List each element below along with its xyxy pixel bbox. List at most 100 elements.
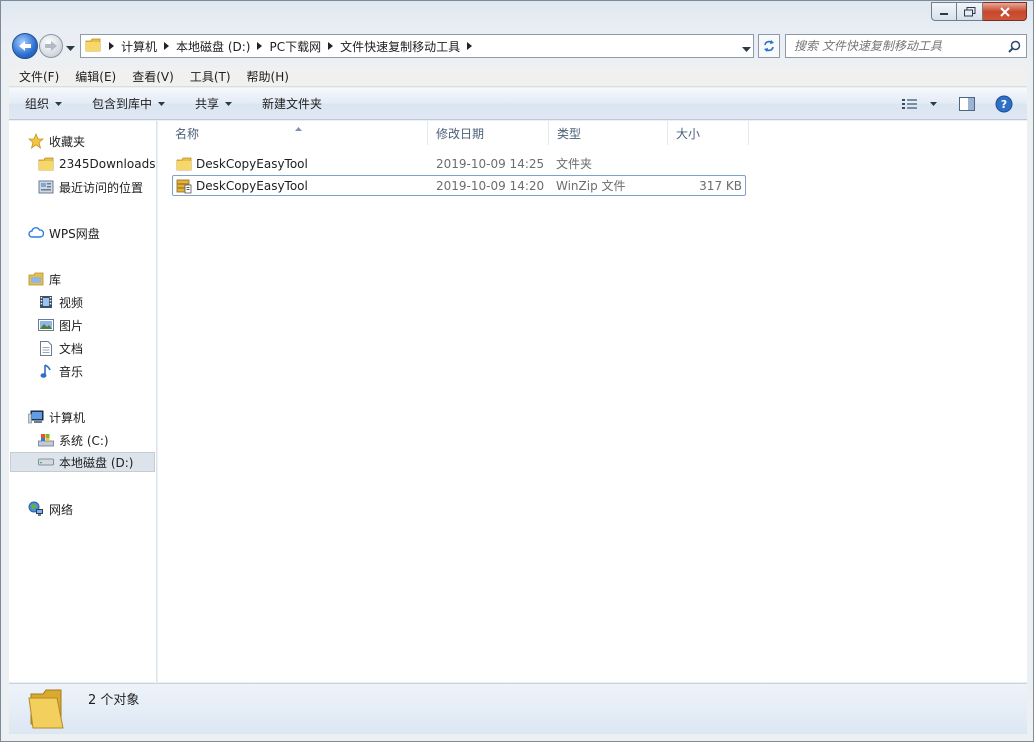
chevron-down-icon <box>742 47 751 52</box>
menu-tools[interactable]: 工具(T) <box>182 67 239 87</box>
close-icon <box>999 6 1010 17</box>
organize-label: 组织 <box>25 97 50 111</box>
svg-text:?: ? <box>1001 98 1007 111</box>
file-row[interactable]: DeskCopyEasyTool 2019-10-09 14:25 文件夹 <box>172 154 746 175</box>
breadcrumb-current-folder[interactable]: 文件快速复制移动工具 <box>337 35 463 57</box>
details-pane: 2 个对象 <box>9 683 1027 734</box>
menu-view[interactable]: 查看(V) <box>124 67 182 87</box>
caption-buttons <box>931 2 1027 21</box>
minimize-icon <box>940 12 948 15</box>
video-icon <box>37 294 55 310</box>
refresh-button[interactable] <box>758 34 780 58</box>
library-icon <box>27 271 45 287</box>
column-header-size[interactable]: 大小 <box>668 121 749 145</box>
navigation-row: 计算机 本地磁盘 (D:) PC下载网 文件快速复制移动工具 <box>9 33 1027 59</box>
nav-drive-d[interactable]: 本地磁盘 (D:) <box>10 452 155 472</box>
chevron-down-icon <box>930 102 937 106</box>
nav-recent-places[interactable]: 最近访问的位置 <box>37 177 143 197</box>
new-folder-label: 新建文件夹 <box>262 97 323 111</box>
nav-videos[interactable]: 视频 <box>37 292 83 312</box>
item-count: 2 个对象 <box>88 693 140 708</box>
nav-network[interactable]: 网络 <box>27 499 73 519</box>
chevron-down-icon <box>66 46 75 51</box>
command-bar: 组织 包含到库中 共享 新建文件夹 ? <box>9 88 1027 120</box>
address-bar[interactable]: 计算机 本地磁盘 (D:) PC下载网 文件快速复制移动工具 <box>80 34 754 58</box>
file-list-pane: 名称 修改日期 类型 大小 DeskCopyEasyTool 2019-10-0… <box>158 121 1027 682</box>
nav-favorites[interactable]: 收藏夹 <box>27 131 85 151</box>
file-name: DeskCopyEasyTool <box>196 178 308 193</box>
breadcrumb-arrow-icon[interactable] <box>463 35 476 57</box>
file-type: 文件夹 <box>556 157 593 171</box>
file-type: WinZip 文件 <box>556 179 626 193</box>
navigation-pane: 收藏夹 2345Downloads 最近访问的位置 WPS网盘 库 视频 图片 … <box>9 121 157 682</box>
file-modified: 2019-10-09 14:25 <box>436 156 545 171</box>
network-icon <box>27 501 45 517</box>
new-folder-button[interactable]: 新建文件夹 <box>254 92 330 116</box>
nav-documents[interactable]: 文档 <box>37 338 83 358</box>
preview-pane-button[interactable] <box>953 92 981 116</box>
search-input[interactable] <box>794 39 994 53</box>
music-note-icon <box>37 363 55 379</box>
refresh-icon <box>764 40 774 52</box>
back-button[interactable] <box>12 33 38 59</box>
search-box[interactable] <box>785 34 1027 58</box>
folder-icon <box>85 38 101 55</box>
arrow-right-icon <box>45 41 57 51</box>
file-size: 317 KB <box>699 178 742 193</box>
maximize-button[interactable] <box>957 2 983 21</box>
column-header-type[interactable]: 类型 <box>549 121 668 145</box>
help-button[interactable]: ? <box>989 92 1019 116</box>
nav-recent-places-label: 最近访问的位置 <box>59 180 144 195</box>
nav-2345downloads-label: 2345Downloads <box>59 157 156 171</box>
breadcrumb-arrow-icon[interactable] <box>160 35 173 57</box>
forward-button[interactable] <box>39 34 63 58</box>
nav-2345downloads[interactable]: 2345Downloads <box>37 154 155 174</box>
nav-music[interactable]: 音乐 <box>37 361 83 381</box>
nav-drive-d-label: 本地磁盘 (D:) <box>59 455 134 470</box>
breadcrumb-arrow-icon[interactable] <box>324 35 337 57</box>
view-options-dropdown[interactable] <box>924 92 943 116</box>
drive-icon <box>37 454 55 470</box>
nav-drive-c[interactable]: 系统 (C:) <box>37 430 109 450</box>
change-view-button[interactable] <box>896 92 924 116</box>
zip-archive-icon <box>176 176 192 195</box>
folder-icon <box>27 688 67 733</box>
nav-libraries-label: 库 <box>49 272 62 287</box>
search-icon[interactable] <box>1008 40 1021 56</box>
nav-computer-label: 计算机 <box>49 410 86 425</box>
menu-help[interactable]: 帮助(H) <box>239 67 297 87</box>
breadcrumb-pc-download[interactable]: PC下载网 <box>266 35 324 57</box>
recent-places-icon <box>37 179 55 195</box>
column-header-name[interactable]: 名称 <box>167 121 428 145</box>
picture-icon <box>37 317 55 333</box>
recent-pages-button[interactable] <box>66 41 75 55</box>
organize-button[interactable]: 组织 <box>17 92 70 116</box>
include-in-library-button[interactable]: 包含到库中 <box>84 92 173 116</box>
nav-libraries[interactable]: 库 <box>27 269 61 289</box>
nav-wps-cloud[interactable]: WPS网盘 <box>27 223 100 243</box>
file-row[interactable]: DeskCopyEasyTool 2019-10-09 14:20 WinZip… <box>172 175 746 196</box>
breadcrumb-arrow-icon[interactable] <box>253 35 266 57</box>
column-header-modified[interactable]: 修改日期 <box>428 121 549 145</box>
nav-documents-label: 文档 <box>59 341 84 356</box>
nav-videos-label: 视频 <box>59 295 84 310</box>
nav-favorites-label: 收藏夹 <box>49 134 86 149</box>
column-name-label: 名称 <box>175 126 200 141</box>
cloud-icon <box>27 225 45 241</box>
nav-pictures-label: 图片 <box>59 318 84 333</box>
close-button[interactable] <box>983 2 1027 21</box>
menu-edit[interactable]: 编辑(E) <box>67 67 124 87</box>
breadcrumb-computer[interactable]: 计算机 <box>118 35 160 57</box>
address-history-dropdown[interactable] <box>742 42 751 56</box>
nav-computer[interactable]: 计算机 <box>27 407 85 427</box>
include-in-library-label: 包含到库中 <box>92 97 153 111</box>
menu-file[interactable]: 文件(F) <box>11 67 67 87</box>
nav-pictures[interactable]: 图片 <box>37 315 83 335</box>
preview-pane-icon <box>959 97 975 111</box>
breadcrumb-drive-d[interactable]: 本地磁盘 (D:) <box>173 35 253 57</box>
column-modified-label: 修改日期 <box>436 126 485 141</box>
breadcrumb-arrow-icon[interactable] <box>105 35 118 57</box>
share-button[interactable]: 共享 <box>187 92 240 116</box>
minimize-button[interactable] <box>931 2 957 21</box>
nav-wps-cloud-label: WPS网盘 <box>49 226 100 241</box>
